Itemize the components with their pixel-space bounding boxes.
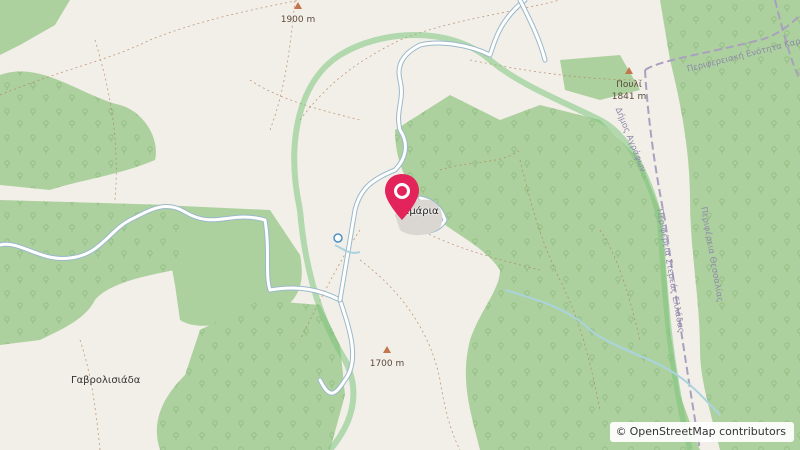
spring-icon [333,233,343,243]
peak-label-1900: 1900 m [268,14,328,26]
peak-icon [294,2,302,9]
peak-label-pouli: Πουλί 1841 m [597,79,661,103]
map-canvas[interactable]: 1900 m Πουλί 1841 m 1700 m Γαβρολισιάδα … [0,0,800,450]
copyright-symbol: © [615,425,627,438]
peak-elevation: 1841 m [611,92,647,102]
peak-name: Πουλί [616,80,642,90]
map-attribution: © OpenStreetMap contributors [609,422,794,442]
peak-elevation: 1900 m [280,15,316,25]
peak-label-1700: 1700 m [357,358,417,370]
peak-icon [383,346,391,353]
attribution-link[interactable]: OpenStreetMap contributors [630,425,786,438]
location-pin-icon[interactable] [383,172,421,222]
place-label-gavrolisiada: Γαβρολισιάδα [71,375,141,386]
peak-elevation: 1700 m [369,359,405,369]
